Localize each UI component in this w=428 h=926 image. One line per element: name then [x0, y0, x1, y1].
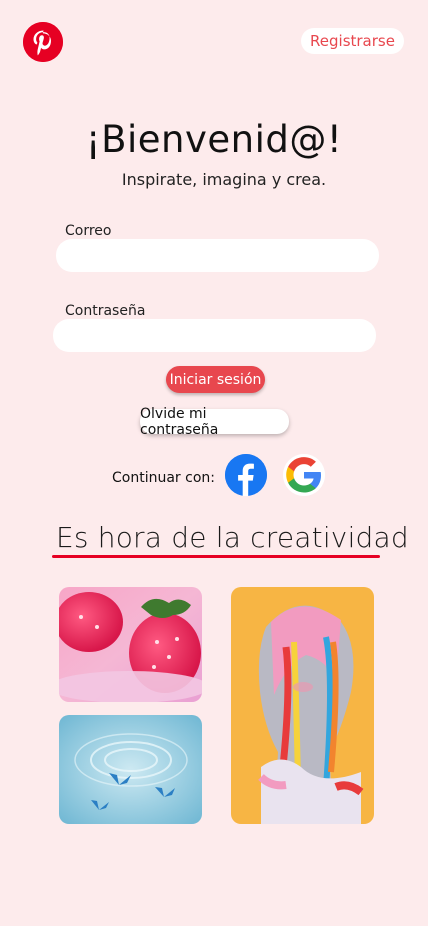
pinterest-logo-icon[interactable] [23, 22, 63, 62]
register-button[interactable]: Registrarse [301, 28, 404, 54]
login-button[interactable]: Iniciar sesión [166, 366, 265, 393]
password-label: Contraseña [65, 303, 146, 319]
melting-face-image[interactable] [231, 587, 374, 824]
continue-with-label: Continuar con: [112, 470, 215, 486]
email-label: Correo [65, 223, 112, 239]
headline-underline [52, 555, 380, 558]
page-subtitle: Inspirate, imagina y crea. [121, 170, 327, 189]
facebook-icon[interactable] [225, 454, 267, 496]
forgot-password-button[interactable]: Olvide mi contraseña [140, 406, 289, 438]
email-field[interactable] [56, 239, 379, 272]
password-field[interactable] [53, 319, 376, 352]
google-icon[interactable] [283, 454, 325, 496]
strawberries-image[interactable] [59, 587, 202, 702]
water-butterflies-image[interactable] [59, 715, 202, 824]
page-title: ¡Bienvenid@! [85, 118, 343, 161]
creativity-headline: Es hora de la creatividad [56, 521, 409, 554]
